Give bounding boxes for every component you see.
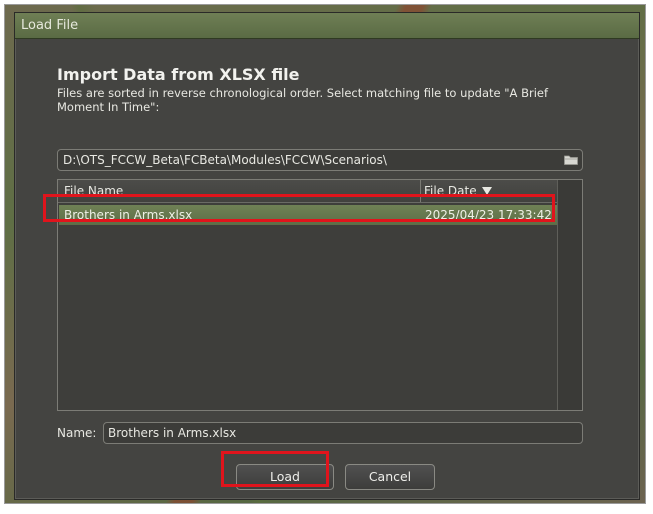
folder-path-value: D:\OTS_FCCW_Beta\FCBeta\Modules\FCCW\Sce… bbox=[63, 153, 387, 167]
cancel-button[interactable]: Cancel bbox=[345, 464, 435, 490]
load-file-dialog: Load File Import Data from XLSX file Fil… bbox=[14, 12, 640, 500]
column-divider[interactable] bbox=[420, 180, 421, 202]
dialog-title-bar[interactable]: Load File bbox=[15, 13, 639, 39]
folder-icon[interactable] bbox=[564, 154, 578, 165]
file-list-scrollbar[interactable] bbox=[557, 180, 582, 410]
screenshot-frame: Load File Import Data from XLSX file Fil… bbox=[4, 4, 646, 504]
name-label: Name: bbox=[57, 426, 97, 440]
column-header-file-name[interactable]: File Name bbox=[64, 180, 123, 202]
load-button[interactable]: Load bbox=[236, 464, 334, 490]
column-header-file-date[interactable]: File Date bbox=[424, 180, 477, 202]
file-list[interactable]: File Name File Date Brothers in Arms.xls… bbox=[57, 179, 583, 411]
sort-descending-icon bbox=[482, 187, 492, 195]
file-date-cell: 2025/04/23 17:33:42 bbox=[425, 208, 552, 222]
dialog-heading: Import Data from XLSX file bbox=[57, 65, 300, 84]
folder-path-field[interactable]: D:\OTS_FCCW_Beta\FCBeta\Modules\FCCW\Sce… bbox=[57, 149, 583, 171]
file-name-cell: Brothers in Arms.xlsx bbox=[64, 208, 193, 222]
dialog-description: Files are sorted in reverse chronologica… bbox=[57, 86, 549, 114]
dialog-title: Load File bbox=[21, 18, 79, 33]
file-name-input[interactable]: Brothers in Arms.xlsx bbox=[103, 422, 583, 444]
file-list-row[interactable]: Brothers in Arms.xlsx 2025/04/23 17:33:4… bbox=[59, 205, 557, 225]
file-list-header: File Name File Date bbox=[58, 180, 559, 203]
file-name-input-value: Brothers in Arms.xlsx bbox=[108, 426, 237, 440]
